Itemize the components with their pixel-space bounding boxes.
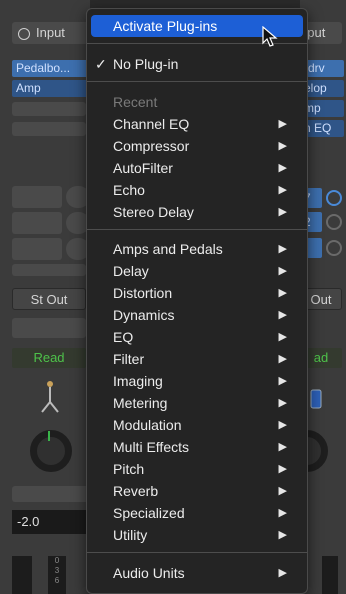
menu-item-multi-effects[interactable]: Multi Effects ▶ [91, 436, 303, 458]
input-mono-circle-icon[interactable] [18, 27, 30, 40]
menu-item-label: Echo [113, 182, 145, 198]
input-slot[interactable]: Input [12, 22, 90, 44]
submenu-arrow-icon: ▶ [278, 375, 287, 387]
submenu-arrow-icon: ▶ [278, 118, 287, 130]
menu-item-label: Imaging [113, 373, 163, 389]
send-slot[interactable] [12, 264, 86, 276]
level-meter-right [322, 556, 338, 594]
volume-value[interactable]: -2.0 [12, 510, 55, 534]
menu-item-label: Amps and Pedals [113, 241, 223, 257]
menu-item-label: Modulation [113, 417, 182, 433]
menu-item-imaging[interactable]: Imaging ▶ [91, 370, 303, 392]
menu-item-label: Reverb [113, 483, 159, 499]
send-slot[interactable] [12, 212, 62, 234]
menu-item-label: Activate Plug-ins [113, 18, 218, 34]
menu-item-recent-echo[interactable]: Echo ▶ [91, 179, 303, 201]
menu-item-label: Distortion [113, 285, 173, 301]
mouse-pointer-icon [262, 26, 278, 47]
menu-item-label: Dynamics [113, 307, 175, 323]
menu-item-filter[interactable]: Filter ▶ [91, 348, 303, 370]
output-button[interactable]: St Out [12, 288, 86, 310]
menu-item-distortion[interactable]: Distortion ▶ [91, 282, 303, 304]
menu-item-label: Audio Units [113, 565, 185, 581]
empty-plugin-slot[interactable] [12, 102, 86, 116]
battery-icon [310, 389, 322, 409]
menu-item-metering[interactable]: Metering ▶ [91, 392, 303, 414]
slot-bar [12, 486, 90, 502]
submenu-arrow-icon: ▶ [278, 507, 287, 519]
submenu-arrow-icon: ▶ [278, 265, 287, 277]
menu-item-modulation[interactable]: Modulation ▶ [91, 414, 303, 436]
submenu-arrow-icon: ▶ [278, 309, 287, 321]
submenu-arrow-icon: ▶ [278, 419, 287, 431]
meter-scale-0: 0 [54, 556, 60, 565]
menu-item-reverb[interactable]: Reverb ▶ [91, 480, 303, 502]
menu-item-label: Metering [113, 395, 168, 411]
menu-item-label: Filter [113, 351, 145, 367]
submenu-arrow-icon: ▶ [278, 140, 287, 152]
automation-mode-read[interactable]: Read [12, 348, 86, 368]
menu-item-label: Channel EQ [113, 116, 190, 132]
send-slot[interactable] [12, 186, 62, 208]
fader-track[interactable] [12, 556, 32, 594]
menu-item-eq[interactable]: EQ ▶ [91, 326, 303, 348]
input-monitor-icon[interactable] [38, 378, 62, 414]
submenu-arrow-icon: ▶ [278, 162, 287, 174]
empty-plugin-slot[interactable] [12, 122, 86, 136]
plugin-slot-pedalboard[interactable]: Pedalbo... [12, 60, 90, 77]
input-label: Input [36, 25, 65, 40]
submenu-arrow-icon: ▶ [278, 397, 287, 409]
send-knob-right[interactable] [326, 240, 342, 256]
menu-item-label: Multi Effects [113, 439, 189, 455]
submenu-arrow-icon: ▶ [278, 441, 287, 453]
menu-item-dynamics[interactable]: Dynamics ▶ [91, 304, 303, 326]
plugin-slot-amp[interactable]: Amp [12, 80, 90, 97]
plugin-menu: Activate Plug-ins ✓ No Plug-in Recent Ch… [86, 8, 308, 594]
menu-item-pitch[interactable]: Pitch ▶ [91, 458, 303, 480]
menu-item-utility[interactable]: Utility ▶ [91, 524, 303, 546]
menu-item-label: Utility [113, 527, 148, 543]
meter-scale-6: 6 [54, 576, 60, 585]
menu-item-label: No Plug-in [113, 56, 179, 72]
send-knob-right[interactable] [326, 214, 342, 230]
submenu-arrow-icon: ▶ [278, 206, 287, 218]
menu-item-recent-autofilter[interactable]: AutoFilter ▶ [91, 157, 303, 179]
group-slot[interactable] [12, 318, 86, 338]
menu-item-label: AutoFilter [113, 160, 173, 176]
menu-item-label: Compressor [113, 138, 190, 154]
menu-item-label: EQ [113, 329, 134, 345]
submenu-arrow-icon: ▶ [278, 485, 287, 497]
submenu-arrow-icon: ▶ [278, 243, 287, 255]
submenu-arrow-icon: ▶ [278, 463, 287, 475]
menu-item-audio-units[interactable]: Audio Units ▶ [91, 562, 303, 584]
menu-item-specialized[interactable]: Specialized ▶ [91, 502, 303, 524]
submenu-arrow-icon: ▶ [278, 353, 287, 365]
menu-item-amps-and-pedals[interactable]: Amps and Pedals ▶ [91, 238, 303, 260]
menu-item-label: Delay [113, 263, 149, 279]
menu-item-recent-channel-eq[interactable]: Channel EQ ▶ [91, 113, 303, 135]
menu-item-recent-stereo-delay[interactable]: Stereo Delay ▶ [91, 201, 303, 223]
submenu-arrow-icon: ▶ [278, 529, 287, 541]
submenu-arrow-icon: ▶ [278, 567, 287, 579]
menu-item-label: Stereo Delay [113, 204, 194, 220]
meter-scale-3: 3 [54, 566, 60, 575]
menu-item-label: Specialized [113, 505, 185, 521]
menu-item-label: Pitch [113, 461, 145, 477]
submenu-arrow-icon: ▶ [278, 184, 287, 196]
menu-separator [87, 81, 307, 82]
send-slot[interactable] [12, 238, 62, 260]
menu-item-no-plugin[interactable]: ✓ No Plug-in [91, 53, 303, 75]
level-meter: 0 3 6 [48, 556, 66, 594]
submenu-arrow-icon: ▶ [278, 287, 287, 299]
checkmark-icon: ✓ [95, 56, 107, 72]
pan-knob[interactable] [30, 430, 72, 472]
menu-separator [87, 229, 307, 230]
menu-item-delay[interactable]: Delay ▶ [91, 260, 303, 282]
menu-item-recent-compressor[interactable]: Compressor ▶ [91, 135, 303, 157]
send-knob-right[interactable] [326, 190, 342, 206]
channel-strip-left: Input Pedalbo... Amp St Out Read -2.0 0 … [0, 0, 95, 594]
menu-header-recent: Recent [113, 94, 158, 110]
menu-separator [87, 552, 307, 553]
submenu-arrow-icon: ▶ [278, 331, 287, 343]
